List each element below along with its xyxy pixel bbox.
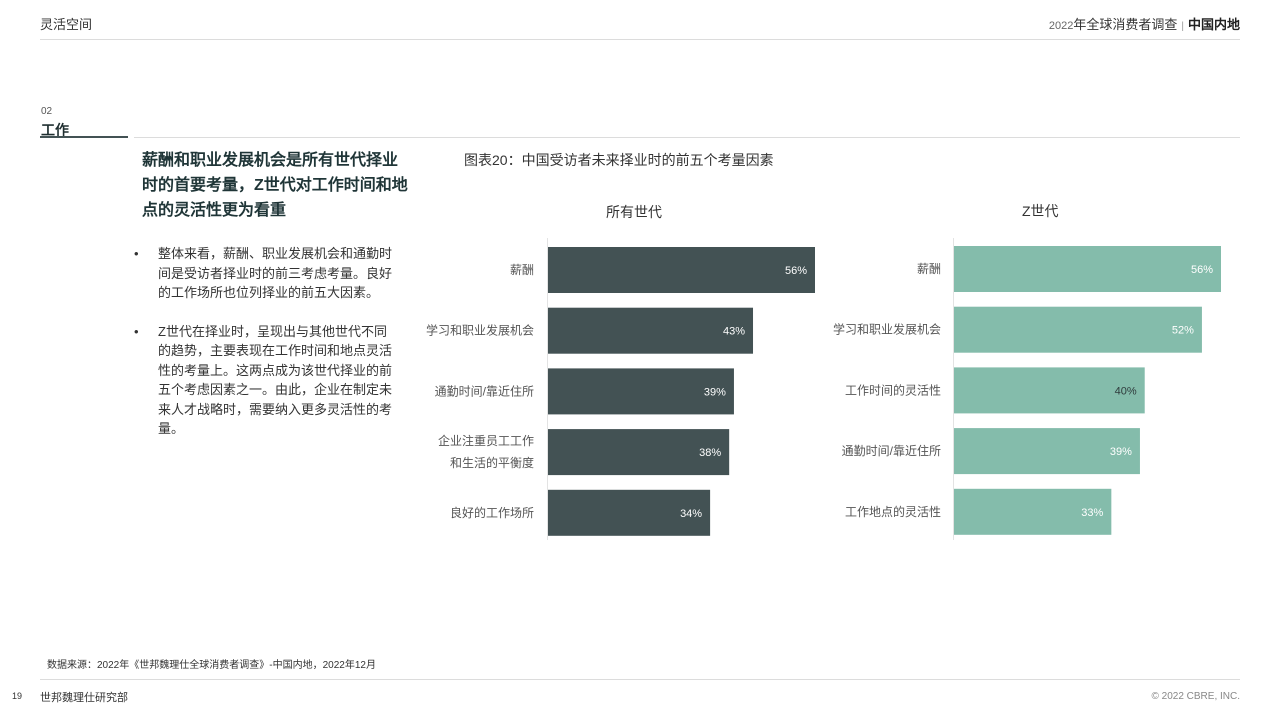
chart-value-label: 56% xyxy=(1191,264,1213,276)
chart-category-label: 通勤时间/靠近住所 xyxy=(435,384,534,398)
chart-category-label: 薪酬 xyxy=(917,262,941,276)
chart-category-label: 薪酬 xyxy=(510,263,534,277)
chart-value-label: 39% xyxy=(1110,446,1132,458)
chart-value-label: 34% xyxy=(680,508,702,520)
page-number: 19 xyxy=(12,691,23,701)
chart-bar xyxy=(954,246,1221,292)
charts-svg: 56% 薪酬 43% 学习和职业发展机会 39% 通勤时间/靠近住所 38% 企业注重员工工作… xyxy=(426,238,1221,540)
chart-bar xyxy=(548,247,815,293)
chart-category-label: 学习和职业发展机会 xyxy=(833,322,941,337)
chart-value-label: 38% xyxy=(699,447,721,459)
chart-value-label: 39% xyxy=(704,386,726,398)
copyright: © 2022 CBRE, INC. xyxy=(1151,691,1240,702)
chart-value-label: 56% xyxy=(785,265,807,277)
chart-category-label: 通勤时间/靠近住所 xyxy=(842,444,941,458)
source-note: 数据来源：2022年《世邦魏理仕全球消费者调查》-中国内地，2022年12月 xyxy=(47,660,376,671)
chart-value-label: 33% xyxy=(1081,507,1103,519)
chart-category-label: 良好的工作场所 xyxy=(450,505,534,520)
chart-category-label: 和生活的平衡度 xyxy=(450,455,534,470)
chart-category-label: 工作地点的灵活性 xyxy=(845,504,941,519)
footer-rule xyxy=(40,679,1240,680)
footer-org: 世邦魏理仕研究部 xyxy=(40,692,128,704)
chart-bar xyxy=(954,306,1202,353)
chart-gen-z: 56% 薪酬 52% 学习和职业发展机会 40% 工作时间的灵活性 39% 通勤时间/靠近住所… xyxy=(833,238,1221,540)
chart-value-label: 40% xyxy=(1115,385,1137,397)
chart-category-label: 工作时间的灵活性 xyxy=(845,382,941,397)
chart-value-label: 52% xyxy=(1172,325,1194,337)
chart-category-label: 学习和职业发展机会 xyxy=(426,323,534,338)
chart-all-generations: 56% 薪酬 43% 学习和职业发展机会 39% 通勤时间/靠近住所 38% 企业注重员工工作… xyxy=(426,238,815,540)
chart-value-label: 43% xyxy=(723,326,745,338)
chart-category-label: 企业注重员工工作 xyxy=(438,433,534,448)
